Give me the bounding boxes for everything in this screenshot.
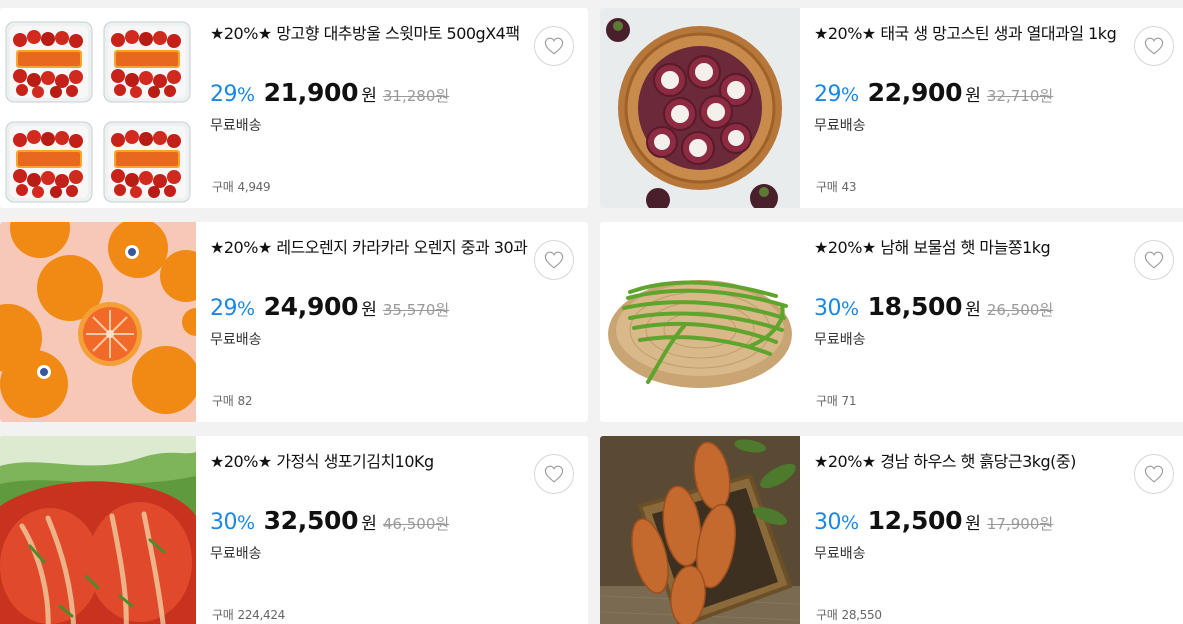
sale-price: 32,500	[263, 506, 359, 535]
shipping-label: 무료배송	[210, 546, 262, 562]
currency-unit: 원	[965, 86, 981, 106]
discount-rate: 29%	[210, 82, 255, 107]
garlic-scape-image	[600, 222, 800, 422]
wishlist-button[interactable]	[534, 454, 574, 494]
purchase-count: 구매 4,949	[212, 180, 271, 194]
sale-price: 22,900	[867, 78, 963, 107]
currency-unit: 원	[361, 86, 377, 106]
product-title[interactable]: ★20%★ 태국 생 망고스틴 생과 열대과일 1kg	[814, 22, 1128, 70]
purchase-count: 구매 71	[816, 394, 857, 408]
original-price: 32,710원	[986, 87, 1054, 105]
sale-price: 18,500	[867, 292, 963, 321]
purchase-count: 구매 28,550	[816, 608, 882, 622]
original-price: 31,280원	[382, 87, 450, 105]
discount-rate: 30%	[210, 510, 255, 535]
product-info: ★20%★ 망고향 대추방울 스윗마토 500gX4팩 29% 21,900 원…	[210, 22, 528, 135]
price-row: 29% 22,900 원 32,710원	[814, 78, 1128, 107]
price-row: 30% 12,500 원 17,900원	[814, 506, 1128, 535]
product-title[interactable]: ★20%★ 가정식 생포기김치10Kg	[210, 450, 528, 498]
heart-outline-icon	[544, 37, 564, 55]
orange-image	[0, 222, 196, 422]
shipping-label: 무료배송	[814, 546, 866, 562]
purchase-count: 구매 43	[816, 180, 857, 194]
wishlist-button[interactable]	[1134, 454, 1174, 494]
price-row: 29% 21,900 원 31,280원	[210, 78, 528, 107]
original-price: 35,570원	[382, 301, 450, 319]
shipping-label: 무료배송	[814, 332, 866, 348]
product-card[interactable]: ★20%★ 경남 하우스 햇 흙당근3kg(중) 30% 12,500 원 17…	[600, 436, 1183, 624]
carrot-box-image	[600, 436, 800, 624]
tomato-pack-image	[0, 8, 196, 208]
product-card[interactable]: ★20%★ 태국 생 망고스틴 생과 열대과일 1kg 29% 22,900 원…	[600, 8, 1183, 208]
wishlist-button[interactable]	[534, 240, 574, 280]
purchase-count: 구매 82	[212, 394, 253, 408]
product-title[interactable]: ★20%★ 경남 하우스 햇 흙당근3kg(중)	[814, 450, 1128, 498]
product-info: ★20%★ 경남 하우스 햇 흙당근3kg(중) 30% 12,500 원 17…	[814, 450, 1128, 563]
sale-price: 21,900	[263, 78, 359, 107]
discount-rate: 29%	[814, 82, 859, 107]
heart-outline-icon	[1144, 37, 1164, 55]
heart-outline-icon	[1144, 251, 1164, 269]
product-image[interactable]	[600, 222, 800, 422]
original-price: 17,900원	[986, 515, 1054, 533]
currency-unit: 원	[361, 300, 377, 320]
original-price: 26,500원	[986, 301, 1054, 319]
kimchi-image	[0, 436, 196, 624]
product-info: ★20%★ 태국 생 망고스틴 생과 열대과일 1kg 29% 22,900 원…	[814, 22, 1128, 135]
product-grid: ★20%★ 망고향 대추방울 스윗마토 500gX4팩 29% 21,900 원…	[0, 0, 1183, 624]
currency-unit: 원	[965, 514, 981, 534]
product-card[interactable]: ★20%★ 레드오렌지 카라카라 오렌지 중과 30과 29% 24,900 원…	[0, 222, 588, 422]
wishlist-button[interactable]	[1134, 240, 1174, 280]
product-card[interactable]: ★20%★ 가정식 생포기김치10Kg 30% 32,500 원 46,500원…	[0, 436, 588, 624]
product-image[interactable]	[600, 8, 800, 208]
mangosteen-basket-image	[600, 8, 800, 208]
product-image[interactable]	[600, 436, 800, 624]
currency-unit: 원	[361, 514, 377, 534]
wishlist-button[interactable]	[1134, 26, 1174, 66]
product-card[interactable]: ★20%★ 남해 보물섬 햇 마늘쫑1kg 30% 18,500 원 26,50…	[600, 222, 1183, 422]
product-image[interactable]	[0, 222, 196, 422]
product-title[interactable]: ★20%★ 남해 보물섬 햇 마늘쫑1kg	[814, 236, 1128, 284]
currency-unit: 원	[965, 300, 981, 320]
discount-rate: 29%	[210, 296, 255, 321]
price-row: 29% 24,900 원 35,570원	[210, 292, 528, 321]
shipping-label: 무료배송	[210, 118, 262, 134]
product-info: ★20%★ 가정식 생포기김치10Kg 30% 32,500 원 46,500원…	[210, 450, 528, 563]
product-title[interactable]: ★20%★ 레드오렌지 카라카라 오렌지 중과 30과	[210, 236, 528, 284]
product-info: ★20%★ 남해 보물섬 햇 마늘쫑1kg 30% 18,500 원 26,50…	[814, 236, 1128, 349]
wishlist-button[interactable]	[534, 26, 574, 66]
shipping-label: 무료배송	[814, 118, 866, 134]
heart-outline-icon	[1144, 465, 1164, 483]
purchase-count: 구매 224,424	[212, 608, 286, 622]
discount-rate: 30%	[814, 296, 859, 321]
heart-outline-icon	[544, 465, 564, 483]
product-image[interactable]	[0, 8, 196, 208]
price-row: 30% 32,500 원 46,500원	[210, 506, 528, 535]
product-card[interactable]: ★20%★ 망고향 대추방울 스윗마토 500gX4팩 29% 21,900 원…	[0, 8, 588, 208]
price-row: 30% 18,500 원 26,500원	[814, 292, 1128, 321]
original-price: 46,500원	[382, 515, 450, 533]
sale-price: 12,500	[867, 506, 963, 535]
product-title[interactable]: ★20%★ 망고향 대추방울 스윗마토 500gX4팩	[210, 22, 528, 70]
product-info: ★20%★ 레드오렌지 카라카라 오렌지 중과 30과 29% 24,900 원…	[210, 236, 528, 349]
sale-price: 24,900	[263, 292, 359, 321]
discount-rate: 30%	[814, 510, 859, 535]
product-image[interactable]	[0, 436, 196, 624]
shipping-label: 무료배송	[210, 332, 262, 348]
heart-outline-icon	[544, 251, 564, 269]
